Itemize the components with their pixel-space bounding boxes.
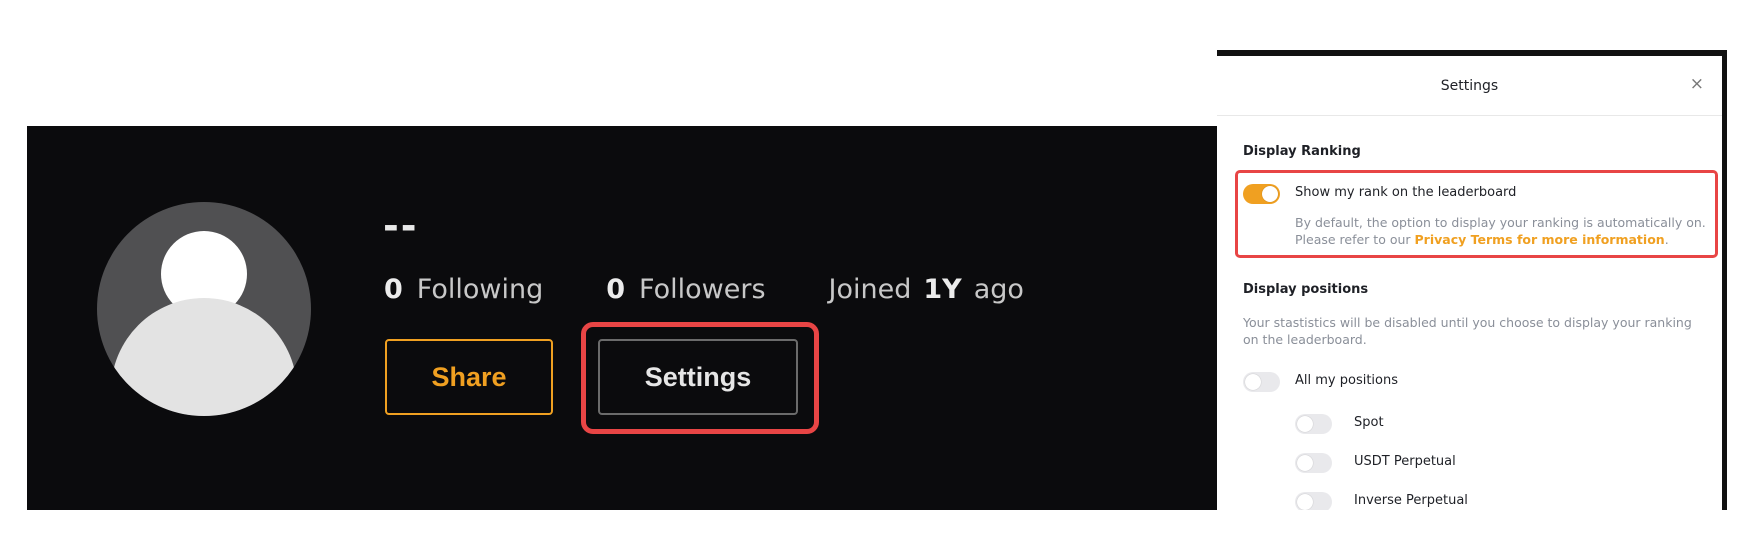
profile-stats: 0 Following 0 Followers Joined 1Y ago: [384, 274, 1087, 305]
joined-stat: Joined 1Y ago: [829, 274, 1024, 305]
modal-right-border: [1722, 50, 1727, 510]
following-count: 0: [384, 274, 403, 305]
avatar-body-shape: [111, 298, 297, 416]
privacy-terms-link[interactable]: Privacy Terms for more information: [1415, 232, 1665, 247]
spot-label: Spot: [1354, 415, 1384, 430]
settings-button[interactable]: Settings: [598, 339, 798, 415]
following-stat[interactable]: 0 Following: [384, 274, 543, 305]
all-positions-toggle[interactable]: [1243, 372, 1280, 392]
toggle-knob: [1297, 455, 1313, 471]
toggle-knob: [1297, 416, 1313, 432]
settings-modal: Settings × Display Ranking Show my rank …: [1217, 56, 1722, 510]
followers-stat[interactable]: 0 Followers: [606, 274, 765, 305]
all-positions-label: All my positions: [1295, 373, 1399, 388]
usdt-perpetual-label: USDT Perpetual: [1354, 454, 1456, 469]
desc-line2-suffix: .: [1664, 232, 1669, 247]
followers-label: Followers: [639, 274, 766, 305]
inverse-perpetual-label: Inverse Perpetual: [1354, 493, 1468, 508]
avatar: [97, 202, 311, 416]
modal-title: Settings: [1440, 77, 1499, 94]
profile-panel: -- 0 Following 0 Followers Joined 1Y ago…: [27, 126, 1219, 510]
spot-toggle[interactable]: [1295, 414, 1332, 434]
username: --: [383, 204, 419, 248]
toggle-knob: [1297, 494, 1313, 510]
joined-value: 1Y: [923, 274, 962, 305]
following-label: Following: [416, 274, 544, 305]
show-rank-label: Show my rank on the leaderboard: [1295, 185, 1517, 200]
show-rank-toggle[interactable]: [1243, 184, 1280, 204]
display-ranking-title: Display Ranking: [1243, 144, 1361, 159]
joined-suffix: ago: [973, 274, 1024, 305]
followers-count: 0: [606, 274, 626, 305]
close-icon[interactable]: ×: [1690, 74, 1704, 94]
show-rank-desc-line2: Please refer to our Privacy Terms for mo…: [1295, 231, 1706, 248]
toggle-knob: [1262, 186, 1278, 202]
show-rank-description: By default, the option to display your r…: [1295, 214, 1706, 248]
share-button[interactable]: Share: [385, 339, 553, 415]
usdt-perpetual-toggle[interactable]: [1295, 453, 1332, 473]
show-rank-desc-line1: By default, the option to display your r…: [1295, 215, 1706, 230]
toggle-knob: [1245, 374, 1261, 390]
display-positions-title: Display positions: [1243, 282, 1369, 297]
joined-prefix: Joined: [828, 274, 912, 305]
modal-header: Settings ×: [1217, 56, 1722, 116]
display-positions-description: Your stastistics will be disabled until …: [1243, 315, 1692, 347]
desc-line2-prefix: Please refer to our: [1295, 232, 1415, 247]
inverse-perpetual-toggle[interactable]: [1295, 492, 1332, 510]
